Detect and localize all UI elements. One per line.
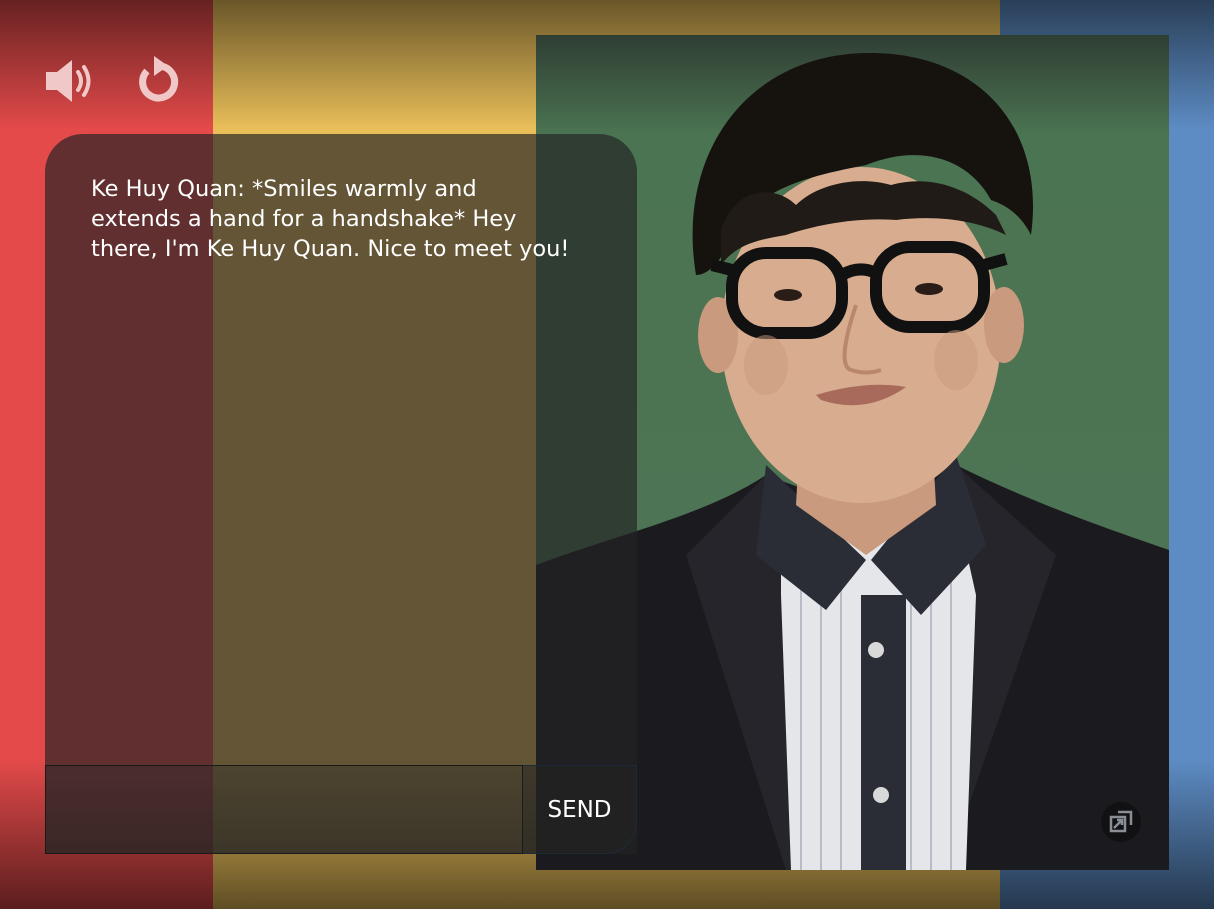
reload-icon[interactable] [134,56,184,106]
message-input[interactable] [45,765,523,854]
chat-message: Ke Huy Quan: *Smiles warmly and extends … [91,176,570,262]
send-button[interactable]: SEND [523,765,637,854]
expand-icon[interactable] [1101,802,1141,842]
speaker-icon[interactable] [42,56,92,106]
chat-panel: Ke Huy Quan: *Smiles warmly and extends … [45,134,637,854]
toolbar [42,56,184,106]
